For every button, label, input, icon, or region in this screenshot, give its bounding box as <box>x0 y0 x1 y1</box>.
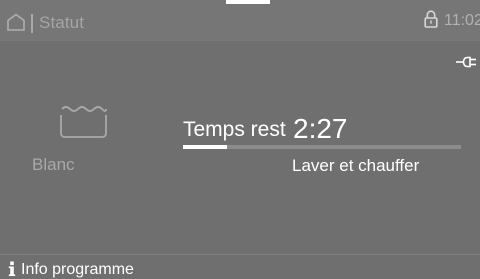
top-indicator <box>226 0 270 4</box>
status-divider <box>31 14 33 33</box>
info-programme-button[interactable]: Info programme <box>0 255 480 278</box>
progress-fill <box>183 145 228 149</box>
wash-basin-icon <box>60 106 107 138</box>
remaining-time-label: Temps rest <box>183 118 286 141</box>
clock: 11:02 <box>444 12 480 29</box>
phase-label: Laver et chauffer <box>292 156 420 175</box>
remaining-time-value: 2:27 <box>293 113 348 144</box>
info-programme-label: Info programme <box>21 261 134 278</box>
status-title: Statut <box>39 13 85 32</box>
program-name: Blanc <box>32 155 75 174</box>
lock-icon <box>424 10 438 28</box>
home-icon[interactable] <box>6 13 26 31</box>
progress-bar <box>183 145 461 149</box>
washing-machine-status-screen: Statut 11:02 Blanc Temps rest 2:27 Laver… <box>0 0 480 278</box>
plug-icon <box>456 56 476 68</box>
status-bar: Statut 11:02 <box>0 0 480 41</box>
